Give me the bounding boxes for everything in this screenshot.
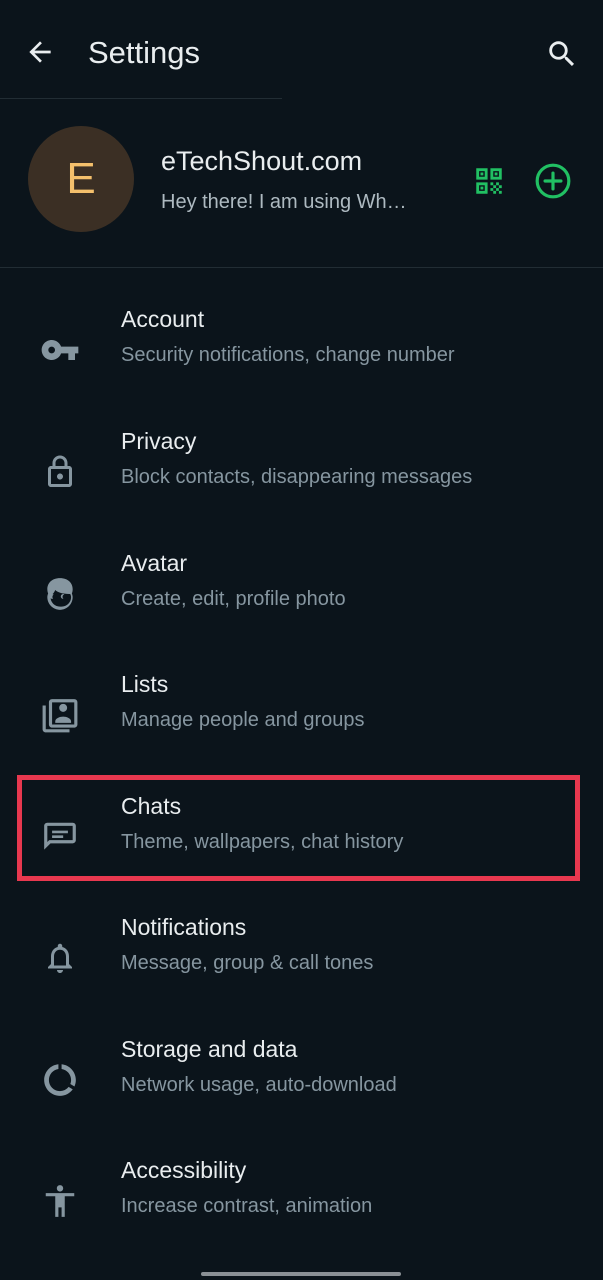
accessibility-icon	[38, 1179, 82, 1223]
setting-lists[interactable]: Lists Manage people and groups	[0, 671, 603, 781]
data-usage-icon	[38, 1058, 82, 1102]
header-divider	[0, 98, 282, 99]
setting-label: Avatar	[121, 550, 188, 576]
setting-avatar[interactable]: Avatar Create, edit, profile photo	[0, 550, 603, 660]
setting-storage[interactable]: Storage and data Network usage, auto-dow…	[0, 1036, 603, 1146]
search-button[interactable]	[540, 32, 584, 76]
add-account-button[interactable]	[532, 160, 574, 202]
arrow-back-icon	[24, 36, 56, 68]
profile-status: Hey there! I am using WhatsApp.	[161, 191, 409, 213]
back-button[interactable]	[20, 32, 60, 72]
qr-code-icon	[472, 164, 506, 198]
profile-row[interactable]: E eTechShout.com Hey there! I am using W…	[0, 100, 603, 266]
setting-subtitle: Block contacts, disappearing messages	[121, 466, 473, 488]
setting-accessibility[interactable]: Accessibility Increase contrast, animati…	[0, 1157, 603, 1267]
top-app-bar: Settings	[0, 0, 603, 98]
lock-icon	[38, 450, 82, 494]
setting-subtitle: Message, group & call tones	[121, 952, 374, 974]
setting-label: Storage and data	[121, 1036, 298, 1062]
setting-label: Notifications	[121, 914, 247, 940]
setting-subtitle: Increase contrast, animation	[121, 1195, 373, 1217]
key-icon	[38, 328, 82, 372]
chats-highlight-box	[17, 775, 580, 881]
setting-label: Account	[121, 306, 205, 332]
qr-code-button[interactable]	[468, 160, 510, 202]
setting-subtitle: Manage people and groups	[121, 709, 365, 731]
profile-avatar[interactable]: E	[28, 126, 134, 232]
setting-notifications[interactable]: Notifications Message, group & call tone…	[0, 914, 603, 1024]
setting-account[interactable]: Account Security notifications, change n…	[0, 306, 603, 416]
add-circle-icon	[534, 162, 572, 200]
setting-subtitle: Security notifications, change number	[121, 344, 455, 366]
bell-icon	[38, 936, 82, 980]
gesture-nav-handle[interactable]	[201, 1272, 401, 1276]
avatar-face-icon	[38, 572, 82, 616]
setting-label: Lists	[121, 671, 169, 697]
search-icon	[545, 37, 579, 71]
profile-name: eTechShout.com	[161, 146, 363, 176]
setting-subtitle: Network usage, auto-download	[121, 1074, 397, 1096]
setting-subtitle: Create, edit, profile photo	[121, 588, 346, 610]
settings-screen: Settings E eTechShout.com Hey there! I a…	[0, 0, 603, 1280]
page-title: Settings	[88, 35, 201, 70]
profile-divider	[0, 267, 603, 268]
contact-list-icon	[38, 693, 82, 737]
setting-label: Accessibility	[121, 1157, 247, 1183]
setting-privacy[interactable]: Privacy Block contacts, disappearing mes…	[0, 428, 603, 538]
setting-label: Privacy	[121, 428, 197, 454]
